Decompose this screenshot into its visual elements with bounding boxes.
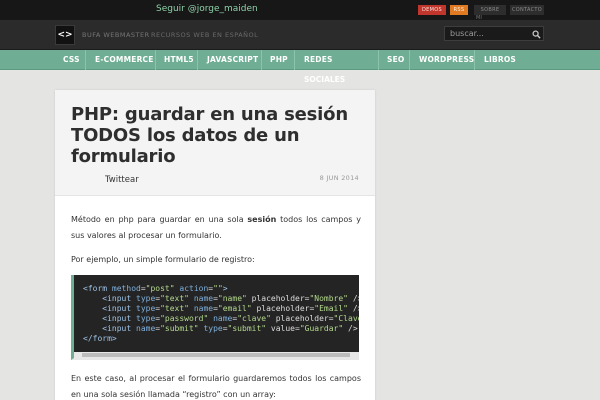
code-value: "submit": [227, 324, 267, 333]
top-bar: Seguir @jorge_maiden DEMOS RSS SOBRE CON…: [0, 0, 600, 21]
code-attr: method: [111, 284, 141, 293]
code-value: "post": [145, 284, 175, 293]
search-input[interactable]: [444, 26, 544, 41]
site-header: <> BUFA WEBMASTER RECURSOS WEB EN ESPAÑO…: [0, 20, 600, 50]
paragraph-text: Método en php para guardar en una sola: [71, 215, 248, 224]
site-name[interactable]: BUFA WEBMASTER: [82, 31, 150, 39]
code-attr: placeholder: [251, 294, 305, 303]
contacto-button[interactable]: CONTACTO: [510, 5, 544, 15]
code-scrollbar[interactable]: [74, 352, 359, 358]
nav-item-html5[interactable]: HTML5: [164, 50, 194, 70]
article-paragraph: Método en php para guardar en una sola s…: [71, 212, 361, 244]
code-attr: type: [136, 314, 156, 323]
code-tag: <input: [102, 294, 132, 303]
article-paragraph: Por ejemplo, un simple formulario de reg…: [71, 255, 255, 264]
nav-item-javascript[interactable]: JAVASCRIPT: [207, 50, 258, 70]
code-attr: name: [136, 324, 156, 333]
nav-item-redes[interactable]: REDES: [304, 50, 333, 70]
sobre-button[interactable]: SOBRE: [474, 5, 506, 15]
code-value: "Guardar": [299, 324, 344, 333]
site-logo[interactable]: <>: [55, 25, 75, 45]
code-value: "Clave": [333, 314, 359, 323]
nav-divider: [261, 50, 262, 70]
code-value: "email": [217, 304, 252, 313]
nav-divider: [155, 50, 156, 70]
code-value: "password": [160, 314, 209, 323]
main-nav: CSS E-COMMERCE HTML5 JAVASCRIPT PHP REDE…: [0, 50, 600, 70]
nav-item-php[interactable]: PHP: [270, 50, 288, 70]
code-scrollbar-thumb[interactable]: [82, 353, 350, 357]
code-value: "Nombre": [309, 294, 348, 303]
code-tag: <input: [102, 324, 132, 333]
code-tag: >: [222, 284, 228, 293]
article-date: 8 JUN 2014: [319, 174, 359, 182]
code-attr: name: [213, 314, 233, 323]
code-value: "": [213, 284, 223, 293]
nav-divider: [197, 50, 198, 70]
code-tag: <input: [102, 304, 132, 313]
nav-item-wordpress[interactable]: WORDPRESS: [419, 50, 474, 70]
nav-divider: [378, 50, 379, 70]
article-paragraph: En este caso, al procesar el formulario …: [71, 374, 361, 399]
article-title[interactable]: PHP: guardar en una sesión TODOS los dat…: [71, 104, 361, 167]
rss-button[interactable]: RSS: [450, 5, 468, 15]
nav-item-css[interactable]: CSS: [63, 50, 80, 70]
code-attr: type: [136, 294, 156, 303]
code-value: "submit": [160, 324, 199, 333]
article-card: PHP: guardar en una sesión TODOS los dat…: [55, 90, 375, 400]
demos-button[interactable]: DEMOS: [418, 5, 446, 15]
code-attr: action: [179, 284, 209, 293]
code-tag: <form: [83, 284, 108, 293]
code-value: "text": [160, 304, 189, 313]
code-tag: />: [352, 294, 359, 303]
nav-item-seo[interactable]: SEO: [387, 50, 405, 70]
code-value: "text": [160, 294, 189, 303]
nav-divider: [409, 50, 410, 70]
article-header: PHP: guardar en una sesión TODOS los dat…: [55, 90, 375, 196]
nav-divider: [85, 50, 86, 70]
code-attr: name: [193, 294, 214, 303]
code-value: "clave": [237, 314, 271, 323]
code-tag: </form>: [83, 334, 117, 343]
site-tagline: RECURSOS WEB EN ESPAÑOL: [151, 31, 259, 39]
code-value: "Email": [314, 304, 348, 313]
code-attr: name: [193, 304, 214, 313]
nav-item-libros[interactable]: LIBROS: [484, 50, 516, 70]
nav-divider: [294, 50, 295, 70]
code-tag: />: [343, 324, 358, 333]
code-attr: value: [270, 324, 295, 333]
code-attr: placeholder: [275, 314, 329, 323]
code-tag: <input: [102, 314, 132, 323]
code-attr: placeholder: [256, 304, 310, 313]
tweet-button[interactable]: Twittear: [105, 175, 139, 185]
nav-item-redes-sociales[interactable]: SOCIALES: [304, 75, 345, 84]
code-attr: type: [203, 324, 223, 333]
code-tag: />: [352, 304, 359, 313]
code-value: "name": [217, 294, 247, 303]
search-icon[interactable]: [532, 30, 541, 39]
nav-divider: [474, 50, 475, 70]
code-attr: type: [136, 304, 156, 313]
bold-text: sesión: [247, 215, 277, 224]
follow-twitter-link[interactable]: Seguir @jorge_maiden: [156, 4, 258, 14]
code-block[interactable]: <form method="post" action=""> <input ty…: [71, 275, 359, 360]
nav-item-ecommerce[interactable]: E-COMMERCE: [95, 50, 154, 70]
